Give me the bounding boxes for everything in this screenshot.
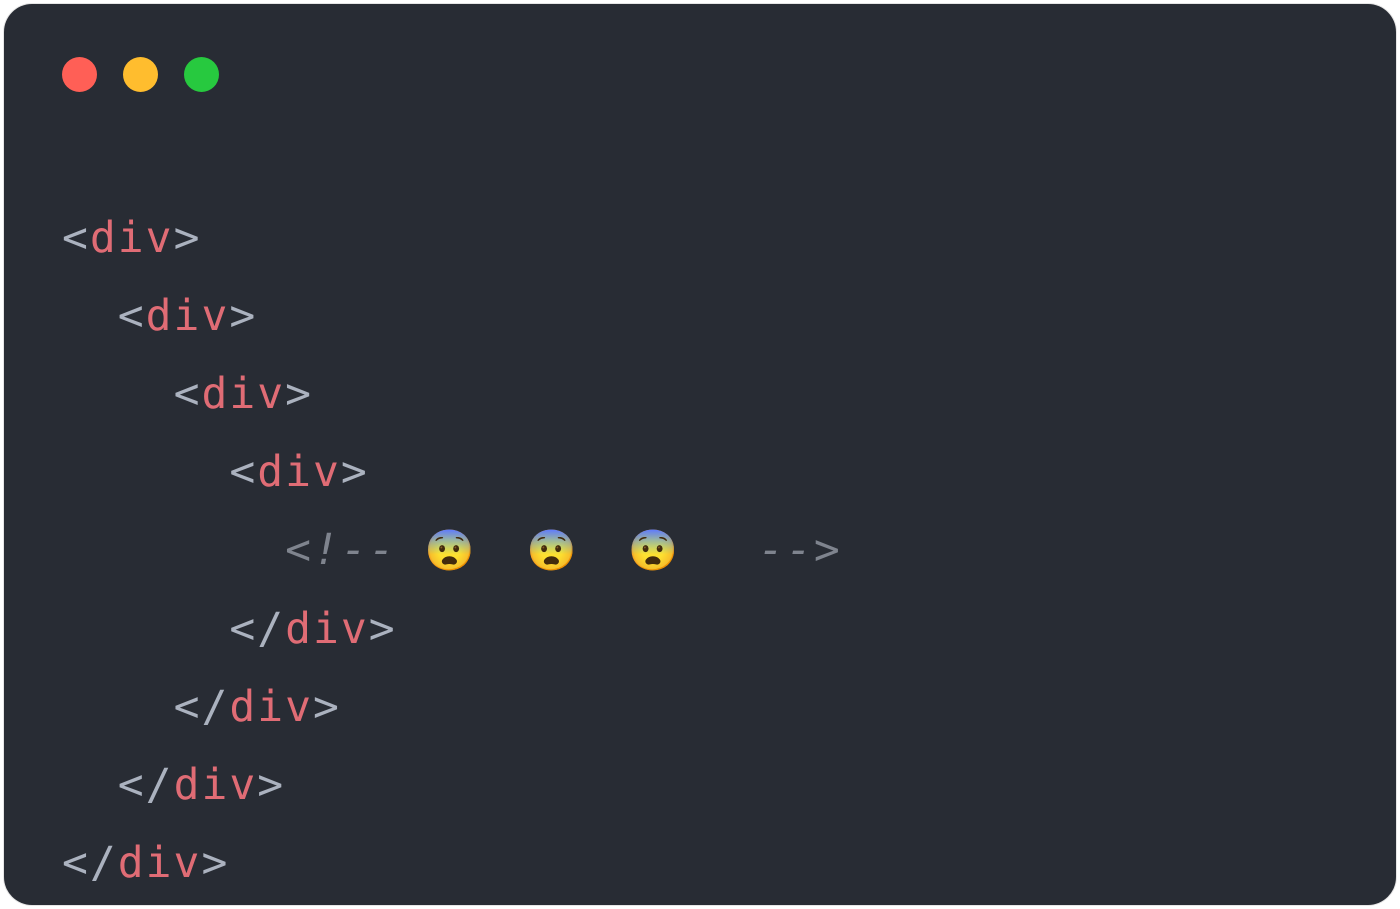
angle-open-icon: < (174, 369, 202, 419)
indent (62, 525, 285, 575)
titlebar (62, 54, 219, 94)
angle-close-icon: > (229, 291, 257, 341)
indent (62, 291, 118, 341)
tag-name: div (90, 213, 174, 263)
indent (62, 760, 118, 810)
code-area: <div> <div> <div> <div> <!-- 😨 😨 😨 --> <… (62, 199, 842, 902)
traffic-light-zoom-icon[interactable] (184, 57, 219, 92)
comment-open: <!-- (285, 525, 424, 575)
traffic-light-close-icon[interactable] (62, 57, 97, 92)
angle-close-icon: > (313, 682, 341, 732)
comment-close: --> (730, 525, 842, 575)
code-line-9: </div> (62, 824, 842, 902)
angle-close-icon: > (369, 604, 397, 654)
angle-close-icon: > (257, 760, 285, 810)
indent (62, 682, 174, 732)
angle-slash-open-icon: </ (62, 838, 118, 888)
angle-close-icon: > (201, 838, 229, 888)
tag-name: div (174, 760, 258, 810)
angle-open-icon: < (229, 447, 257, 497)
code-line-3: <div> (62, 355, 842, 433)
angle-slash-open-icon: </ (174, 682, 230, 732)
indent (62, 447, 229, 497)
code-line-2: <div> (62, 277, 842, 355)
code-line-8: </div> (62, 746, 842, 824)
angle-close-icon: > (285, 369, 313, 419)
angle-close-icon: > (341, 447, 369, 497)
tag-name: div (285, 604, 369, 654)
angle-open-icon: < (118, 291, 146, 341)
editor-window: <div> <div> <div> <div> <!-- 😨 😨 😨 --> <… (4, 4, 1396, 905)
angle-close-icon: > (174, 213, 202, 263)
angle-slash-open-icon: </ (118, 760, 174, 810)
code-line-6: </div> (62, 590, 842, 668)
code-line-5: <!-- 😨 😨 😨 --> (62, 511, 842, 590)
tag-name: div (118, 838, 202, 888)
tag-name: div (229, 682, 313, 732)
code-line-7: </div> (62, 668, 842, 746)
code-line-1: <div> (62, 199, 842, 277)
fearful-face-icon: 😨 😨 😨 (425, 528, 731, 574)
indent (62, 369, 174, 419)
tag-name: div (257, 447, 341, 497)
tag-name: div (146, 291, 230, 341)
angle-open-icon: < (62, 213, 90, 263)
angle-slash-open-icon: </ (229, 604, 285, 654)
tag-name: div (201, 369, 285, 419)
code-line-4: <div> (62, 433, 842, 511)
indent (62, 604, 229, 654)
traffic-light-minimize-icon[interactable] (123, 57, 158, 92)
